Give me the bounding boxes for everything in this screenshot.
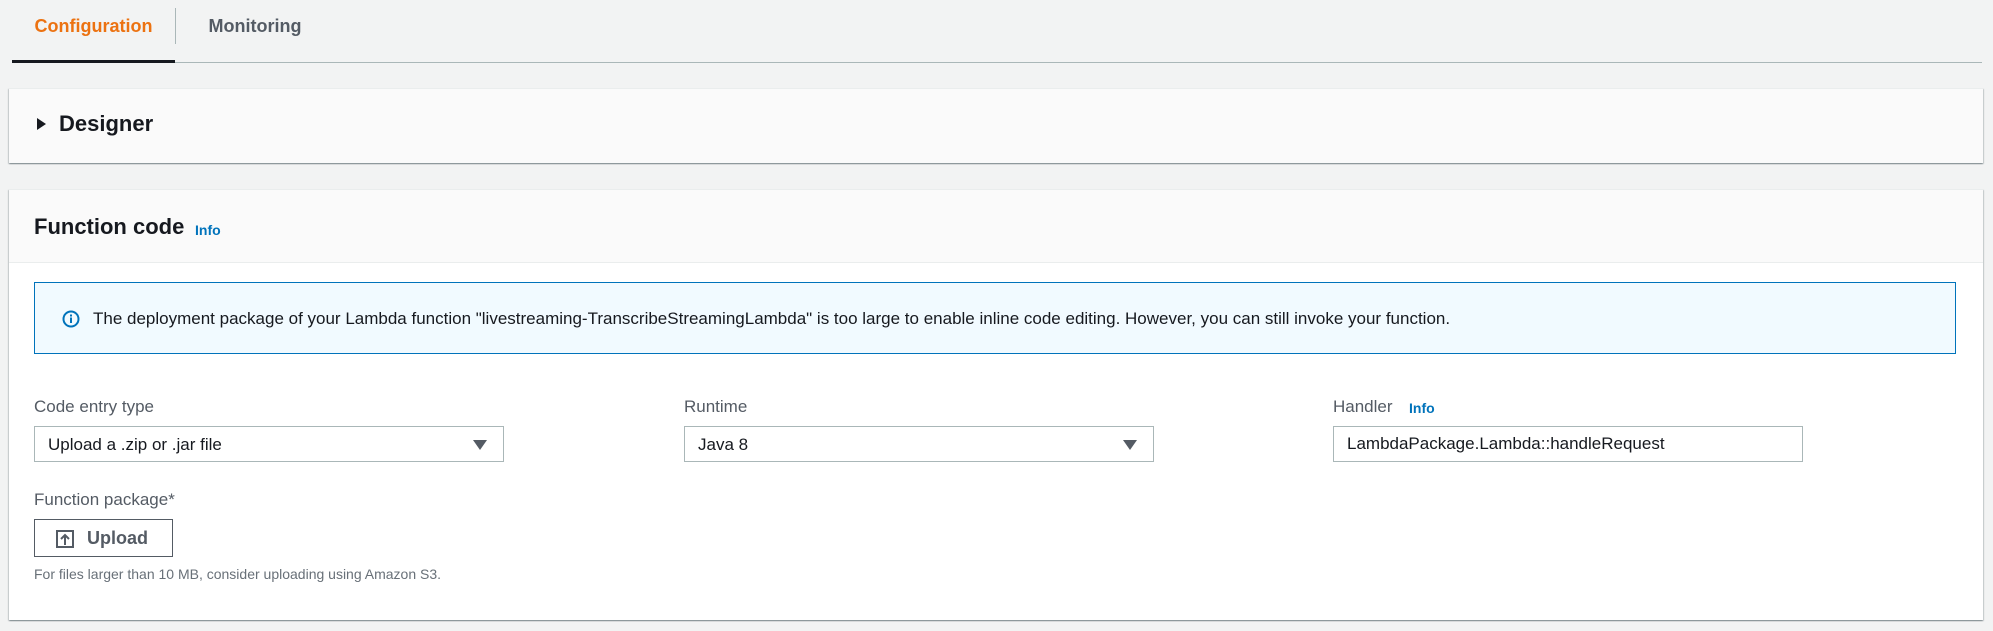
code-entry-type-label: Code entry type — [34, 397, 155, 416]
handler-label: Handler — [1333, 397, 1393, 416]
function-code-panel: Function code Info The deployment packag… — [9, 189, 1983, 620]
runtime-label: Runtime — [684, 397, 748, 416]
upload-icon — [56, 530, 74, 548]
function-package-label: Function package* — [34, 490, 175, 509]
function-code-header: Function code Info — [9, 190, 1983, 263]
code-entry-type-value: Upload a .zip or .jar file — [48, 435, 222, 454]
upload-hint: For files larger than 10 MB, consider up… — [34, 566, 442, 582]
tab-configuration[interactable]: Configuration — [12, 0, 175, 63]
designer-header[interactable]: Designer — [9, 89, 1983, 163]
runtime-select[interactable]: Java 8 — [684, 426, 1154, 462]
code-entry-type-select[interactable]: Upload a .zip or .jar file — [34, 426, 504, 462]
runtime-value: Java 8 — [698, 435, 749, 454]
handler-input[interactable] — [1333, 426, 1803, 462]
handler-info-link[interactable]: Info — [1409, 400, 1435, 416]
upload-button[interactable]: Upload — [34, 519, 173, 557]
function-code-title: Function code — [34, 214, 185, 239]
alert-message: The deployment package of your Lambda fu… — [93, 309, 1451, 328]
upload-label: Upload — [87, 528, 148, 548]
caret-down-icon — [473, 440, 487, 450]
designer-panel: Designer — [9, 88, 1983, 163]
info-circle-icon — [62, 310, 80, 328]
tab-monitoring[interactable]: Monitoring — [176, 0, 334, 60]
function-code-info-link[interactable]: Info — [195, 222, 221, 238]
designer-title[interactable]: Designer — [59, 111, 153, 137]
info-alert: The deployment package of your Lambda fu… — [34, 282, 1956, 354]
caret-right-icon[interactable] — [37, 118, 46, 130]
tab-bar: Configuration Monitoring — [12, 0, 1982, 63]
caret-down-icon — [1123, 440, 1137, 450]
